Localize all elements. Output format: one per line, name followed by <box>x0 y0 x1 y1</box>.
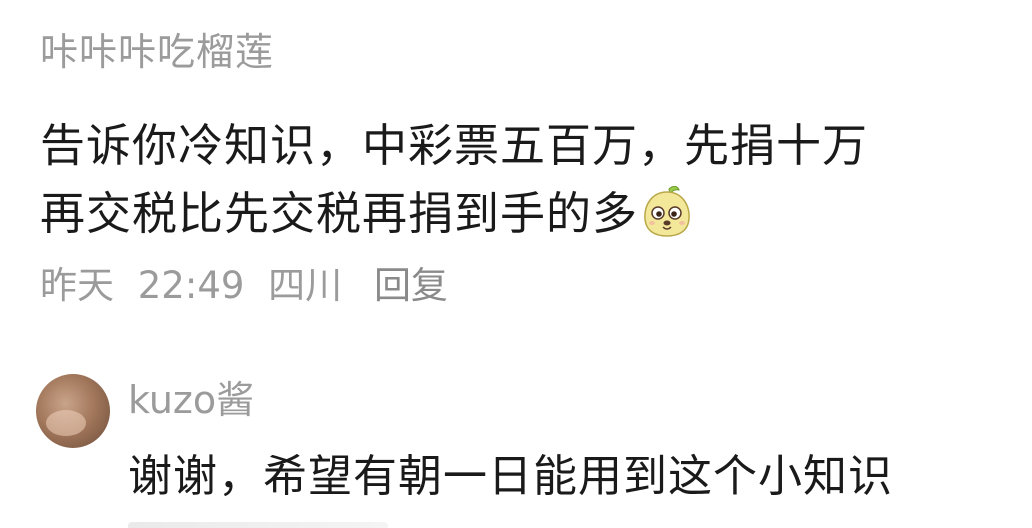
reply-button[interactable]: 回复 <box>374 264 448 307</box>
reply-content: 谢谢，希望有朝一日能用到这个小知识 <box>128 451 893 502</box>
comment-username[interactable]: 咔咔咔吃榴莲 <box>40 22 1000 82</box>
comment-content: 告诉你冷知识，中彩票五百万，先捐十万 再交税比先交税再捐到手的多 <box>40 112 1000 248</box>
comment: 咔咔咔吃榴莲 告诉你冷知识，中彩票五百万，先捐十万 再交税比先交税再捐到手的多 … <box>40 22 1000 316</box>
comment-content-line-2: 再交税比先交税再捐到手的多 <box>40 180 1000 248</box>
comment-time: 22:49 <box>137 264 245 307</box>
avatar[interactable] <box>36 374 110 448</box>
next-line-cut-off <box>128 512 548 528</box>
comment-content-line-1: 告诉你冷知识，中彩票五百万，先捐十万 <box>40 119 869 172</box>
comment-meta: 昨天 22:49 四川 回复 <box>40 256 1000 316</box>
comment-content-line-2-text: 再交税比先交税再捐到手的多 <box>40 187 639 240</box>
comment-location: 四川 <box>268 264 343 307</box>
durian-face-emoji-icon <box>642 183 692 239</box>
reply-username[interactable]: kuzo酱 <box>128 370 254 430</box>
comment-date: 昨天 <box>40 264 114 307</box>
